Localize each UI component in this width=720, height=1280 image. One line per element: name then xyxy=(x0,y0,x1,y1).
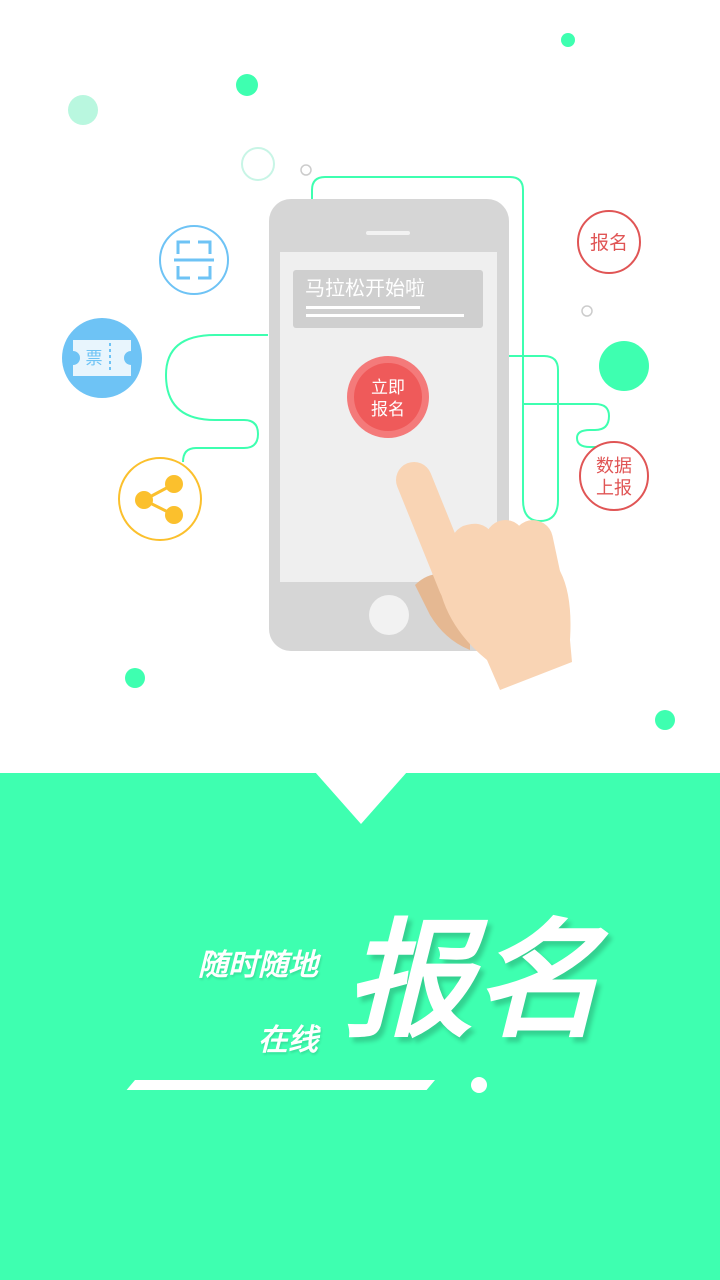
register-now-button[interactable]: 立即 报名 xyxy=(347,356,429,438)
ticket-icon: 票 xyxy=(62,318,142,398)
scan-icon xyxy=(159,225,229,295)
slogan-underline xyxy=(126,1080,435,1090)
register-badge: 报名 xyxy=(577,210,641,274)
onboarding-illustration: 马拉松开始啦 立即 报名 票 报名 数据 上报 xyxy=(62,33,675,730)
slogan-line2: 在线 xyxy=(258,1023,318,1058)
slogan-dot xyxy=(471,1077,487,1093)
home-button xyxy=(369,595,409,635)
svg-text:立即: 立即 xyxy=(371,378,405,398)
slogan-line1: 随时随地 xyxy=(198,948,318,983)
svg-text:报名: 报名 xyxy=(590,232,628,254)
panel-notch xyxy=(315,772,407,824)
notification-title: 马拉松开始啦 xyxy=(305,276,425,300)
slogan-big-text: 报名 xyxy=(345,907,606,1056)
svg-text:报名: 报名 xyxy=(371,400,405,420)
svg-text:票: 票 xyxy=(86,349,103,369)
svg-text:上报: 上报 xyxy=(596,478,632,499)
data-report-badge: 数据 上报 xyxy=(579,441,649,511)
share-icon xyxy=(118,457,202,541)
svg-text:数据: 数据 xyxy=(596,456,632,477)
